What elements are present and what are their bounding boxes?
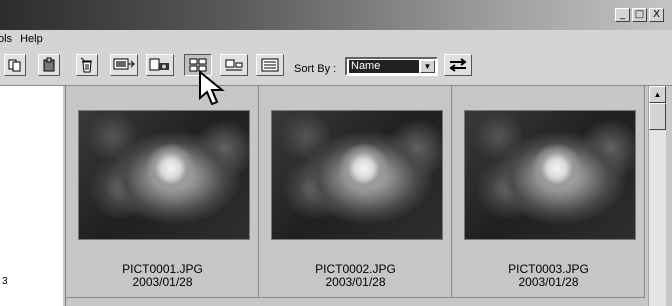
folder-tree-panel[interactable]: 3 [0,86,64,306]
camera-button[interactable] [146,54,174,76]
thumbnail-item[interactable]: PICT0003.JPG 2003/01/28 [452,86,645,298]
scroll-thumb[interactable] [649,103,666,130]
folder-count: 3 [2,276,8,287]
slideshow-button[interactable] [110,54,138,76]
slideshow-icon [113,58,135,70]
list-view-button[interactable] [256,54,284,76]
copy-button[interactable] [4,54,26,76]
thumbnail-filename: PICT0002.JPG [315,262,396,276]
menu-tools[interactable]: ols [0,33,12,45]
thumbnail-filename: PICT0001.JPG [122,262,203,276]
swap-order-button[interactable] [444,54,472,76]
menu-bar: ols Help [0,30,672,47]
close-button[interactable]: X [649,8,664,22]
title-bar: _ □ X [0,0,672,30]
thumbnail-item[interactable]: PICT0001.JPG 2003/01/28 [66,86,259,298]
delete-button[interactable] [76,54,98,76]
minimize-button[interactable]: _ [615,8,630,22]
thumbnail-grid: PICT0001.JPG 2003/01/28 PICT0002.JPG 200… [66,86,645,306]
list-view-icon [261,58,279,72]
sort-by-label: Sort By : [294,63,337,75]
thumbnail-date: 2003/01/28 [518,275,579,289]
chevron-down-icon[interactable]: ▼ [420,60,435,73]
thumbnail-date: 2003/01/28 [132,275,193,289]
mouse-cursor-icon [199,70,225,106]
window-controls: _ □ X [615,8,664,22]
sort-by-dropdown[interactable]: Name ▼ [345,57,438,76]
scroll-up-arrow-icon[interactable]: ▲ [649,86,666,103]
paste-button[interactable] [38,54,60,76]
camera-icon [149,58,169,71]
sort-by-value: Name [349,60,419,73]
window-border [666,86,672,306]
thumbnail-item[interactable]: PICT0002.JPG 2003/01/28 [259,86,452,298]
thumbnail-image[interactable] [271,110,443,240]
thumbnail-image[interactable] [464,110,636,240]
maximize-button[interactable]: □ [632,8,647,22]
vertical-scrollbar[interactable]: ▲ [648,86,666,306]
thumbnail-date: 2003/01/28 [325,275,386,289]
swap-order-icon [449,58,467,72]
toolbar: Sort By : Name ▼ [0,47,672,86]
copy-icon [8,59,21,72]
thumbnail-image[interactable] [78,110,250,240]
thumbnail-filename: PICT0003.JPG [508,262,589,276]
delete-icon [80,57,92,73]
menu-help[interactable]: Help [20,33,43,45]
paste-icon [43,57,55,72]
